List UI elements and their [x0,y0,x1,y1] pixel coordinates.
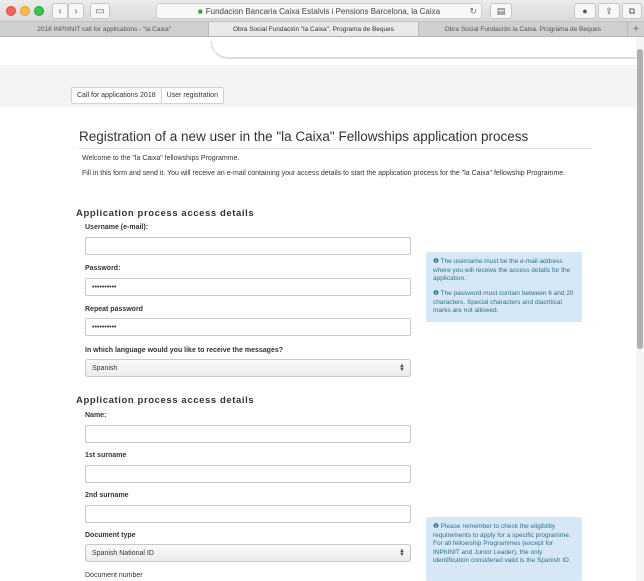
address-text: Fundacion Bancaria Caixa Estalvis i Pens… [205,6,441,16]
section-personal-details-heading: Application process access details [76,395,255,406]
reader-icon: ▤ [496,5,506,16]
minimize-window-icon[interactable] [20,6,30,16]
page-title: Registration of a new user in the "la Ca… [79,129,529,144]
chevron-left-icon: ‹ [58,5,62,17]
extension-button[interactable]: ● [574,3,596,19]
name-label: Name: [85,412,107,419]
username-info-text: The username must be the e-mail address … [433,258,571,282]
breadcrumb-user-registration[interactable]: User registration [160,88,223,103]
tabs-icon: ⧉ [628,5,636,16]
breadcrumb: Call for applications 2018 User registra… [71,87,224,104]
username-label: Username (e-mail): [85,224,149,231]
browser-toolbar: ‹ › ▭ ■ Fundacion Bancaria Caixa Estalvi… [0,0,644,22]
section-access-details-heading: Application process access details [76,208,255,219]
tab-programa-beques[interactable]: Obra Social Fundación la Caixa. Programa… [419,22,628,36]
back-button[interactable]: ‹ [52,3,68,19]
page-scrollbar[interactable] [636,37,644,581]
document-type-label: Document type [85,532,136,539]
language-select-value: Spanish [92,364,118,372]
password-input[interactable] [85,278,411,296]
scrollbar-thumb[interactable] [637,49,643,349]
address-bar[interactable]: ■ Fundacion Bancaria Caixa Estalvis i Pe… [156,3,482,19]
sidebar-icon: ▭ [95,5,105,17]
share-button[interactable]: ⇪ [598,3,620,19]
extension-icon: ● [582,6,588,16]
welcome-text: Welcome to the "la Caixa" fellowships Pr… [82,155,240,162]
surname1-label: 1st surname [85,452,127,459]
document-number-label: Document number [85,572,143,579]
tab-bar: 2018 INPhINIT call for applications - "l… [0,22,644,37]
tab-programa-beques-active[interactable]: Obra Social Fundación "la Caixa". Progra… [209,22,419,36]
password-info-box: ❶ The password must contain between 6 an… [426,284,582,322]
document-info-text: Please remember to check the eligibility… [433,523,571,564]
title-divider [79,148,592,149]
reload-icon[interactable]: ↻ [469,6,477,17]
info-circle-icon: ❶ [433,523,439,530]
password-label: Password: [85,265,121,272]
surname2-label: 2nd surname [85,492,129,499]
document-info-box: ❶ Please remember to check the eligibili… [426,517,582,581]
lock-icon: ■ [197,6,203,16]
instructions-text: Fill in this form and send it. You will … [82,170,566,177]
select-arrows-icon: ▲ ▼ [399,548,405,558]
language-select[interactable]: Spanish ▲ ▼ [85,359,411,377]
document-type-select[interactable]: Spanish National ID ▲ ▼ [85,544,411,562]
page-content: Call for applications 2018 User registra… [0,37,636,581]
surname2-input[interactable] [85,505,411,523]
chevron-right-icon: › [74,5,78,17]
username-input[interactable] [85,237,411,255]
name-input[interactable] [85,425,411,443]
share-icon: ⇪ [605,5,613,16]
repeat-password-label: Repeat password [85,306,143,313]
tabs-button[interactable]: ⧉ [622,3,642,19]
password-info-text: The password must contain between 6 and … [433,290,574,314]
surname1-input[interactable] [85,465,411,483]
select-arrows-icon: ▲ ▼ [399,363,405,373]
forward-button[interactable]: › [68,3,84,19]
document-type-value: Spanish National ID [92,549,154,557]
info-circle-icon: ❶ [433,258,439,265]
close-window-icon[interactable] [6,6,16,16]
header-decoration [210,41,636,59]
zoom-window-icon[interactable] [34,6,44,16]
reader-button[interactable]: ▤ [490,3,512,19]
new-tab-button[interactable]: + [628,22,644,36]
sidebar-button[interactable]: ▭ [90,3,110,19]
info-circle-icon: ❶ [433,290,439,297]
breadcrumb-call-for-applications[interactable]: Call for applications 2018 [72,88,161,103]
tab-inphinit[interactable]: 2018 INPhINIT call for applications - "l… [0,22,210,36]
repeat-password-input[interactable] [85,318,411,336]
language-label: In which language would you like to rece… [85,347,283,354]
